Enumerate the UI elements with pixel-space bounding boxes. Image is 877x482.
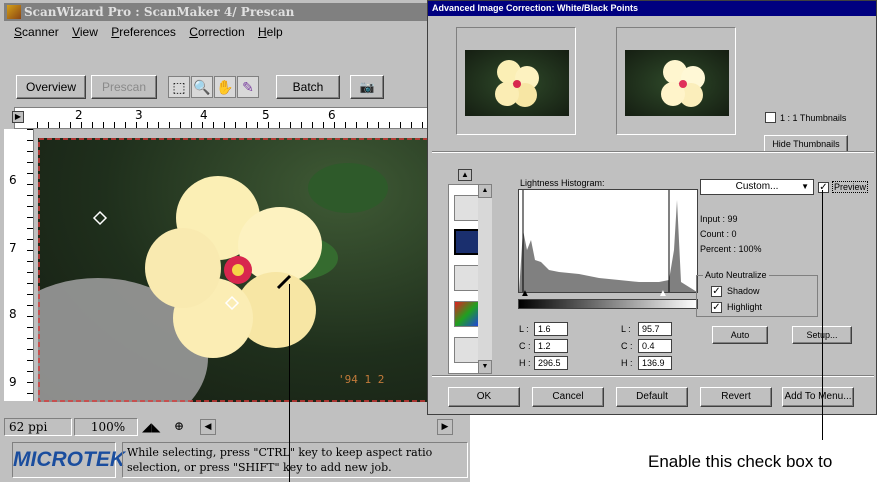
lightness-gradient [518,299,698,309]
shadow-checkbox[interactable]: ✓ [711,286,722,297]
dialog-title: Advanced Image Correction: White/Black P… [428,1,876,16]
prescan-button[interactable]: Prescan [91,75,157,99]
input-readout: Input : 99 [700,214,738,224]
caption-text: Enable this check box to [648,452,833,471]
after-flower-image [661,60,705,107]
ok-button[interactable]: OK [448,387,520,407]
black-point-slider-icon[interactable]: ▲ [520,288,530,299]
color-balance-tool-icon[interactable] [454,301,480,327]
lightness-histogram[interactable] [518,189,698,293]
preview-leader-line [822,190,823,440]
scan-camera-icon[interactable]: 📷 [350,75,384,99]
black-l-field[interactable]: 1.6 [534,322,568,336]
menu-help[interactable]: Help [258,25,283,39]
one-to-one-thumbnails-checkbox[interactable] [765,112,776,123]
before-flower-image [495,60,539,107]
app-icon [7,5,21,19]
crosshair-icon[interactable]: ⊕ [174,419,184,433]
highlight-checkbox[interactable]: ✓ [711,302,722,313]
white-l-field[interactable]: 95.7 [638,322,672,336]
menu-correction[interactable]: Correction [189,25,244,39]
overview-button[interactable]: Overview [16,75,86,99]
eyedropper-leader-line [289,284,290,482]
white-c-field[interactable]: 0.4 [638,339,672,353]
auto-button[interactable]: Auto [712,326,768,344]
count-readout: Count : 0 [700,229,737,239]
histogram-tool-icon[interactable] [454,229,480,255]
window-title: ScanWizard Pro : ScanMaker 4/ Prescan [4,3,470,21]
percent-readout: Percent : 100% [700,244,762,254]
menu-preferences[interactable]: Preferences [111,25,176,39]
default-button[interactable]: Default [616,387,688,407]
vertical-ruler: 6 7 8 9 [4,129,34,401]
horizontal-ruler: 2 3 4 5 6 [14,107,470,129]
black-c-field[interactable]: 1.2 [534,339,568,353]
auto-neutralize-group: Auto Neutralize ✓ Shadow ✓ Highlight [696,270,818,317]
tone-curve-tool-icon[interactable] [454,337,480,363]
microtek-logo: MICROTEK [12,442,125,478]
preset-dropdown[interactable]: Custom... ▼ [700,179,814,195]
toollist-collapse-icon[interactable]: ▲ [458,169,472,181]
scanwizard-window: ScanWizard Pro : ScanMaker 4/ Prescan Sc… [0,0,470,482]
add-to-menu-button[interactable]: Add To Menu... [782,387,854,407]
white-black-points-tool-icon[interactable] [454,195,480,221]
zoom-readout: 100% [74,418,138,436]
menu-view[interactable]: View [72,25,98,39]
eyedropper-icon[interactable]: ✎ [237,76,259,98]
svg-text:'94 1 2: '94 1 2 [338,373,384,386]
black-h-field[interactable]: 296.5 [534,356,568,370]
menu-scanner[interactable]: Scanner [14,25,59,39]
scroll-left-icon[interactable]: ◀ [200,419,216,435]
tool-list-scrollbar[interactable]: ▲ ▼ [478,184,492,374]
zoom-icon[interactable]: 🔍 [191,76,213,98]
menu-bar: Scanner View Preferences Correction Help [14,23,293,41]
batch-button[interactable]: Batch [276,75,340,99]
cancel-button[interactable]: Cancel [532,387,604,407]
after-thumbnail [616,27,736,135]
footer: MICROTEK While selecting, press "CTRL" k… [4,438,470,482]
hibiscus-photo: '94 1 2 [38,138,470,402]
mountain-small-icon[interactable]: ◢◣ [142,420,160,434]
scroll-right-icon[interactable]: ▶ [437,419,453,435]
histogram-label: Lightness Histogram: [520,178,605,188]
white-point-slider-icon[interactable]: ▲ [658,288,668,299]
advanced-correction-dialog: Advanced Image Correction: White/Black P… [427,0,877,415]
revert-button[interactable]: Revert [700,387,772,407]
hand-icon[interactable]: ✋ [214,76,236,98]
status-bar: 62 ppi 100% ◢◣ ⊕ ◀ ▶ [4,418,470,436]
curve-tool-icon[interactable] [454,265,480,291]
resolution-readout: 62 ppi [4,418,72,436]
chevron-down-icon: ▼ [801,182,809,191]
marquee-tool-icon[interactable]: ⬚ [168,76,190,98]
preview-checkbox[interactable]: ✓ [818,182,829,193]
hint-text: While selecting, press "CTRL" key to kee… [122,442,468,478]
prescan-image[interactable]: '94 1 2 [38,138,470,402]
white-h-field[interactable]: 136.9 [638,356,672,370]
ruler-unit-toggle-icon[interactable]: ▶ [12,111,24,123]
before-thumbnail [456,27,576,135]
